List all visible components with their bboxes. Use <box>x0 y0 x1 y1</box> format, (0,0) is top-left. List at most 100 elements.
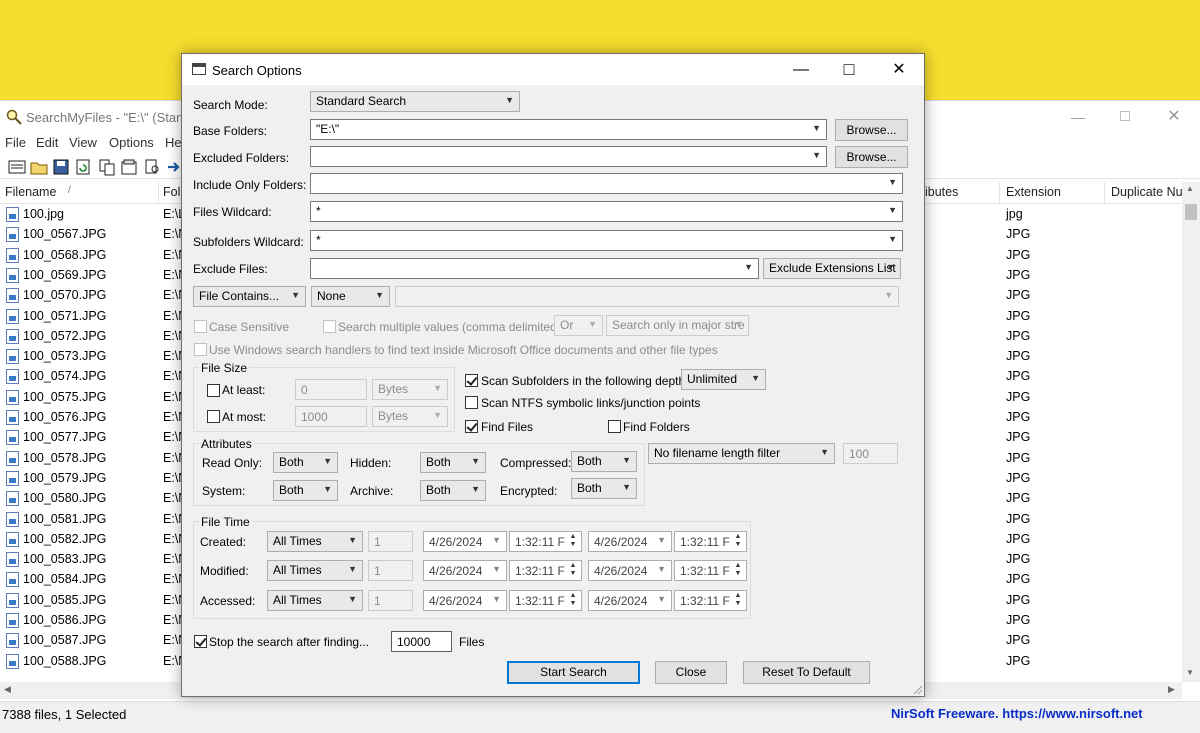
at-least-unit-dropdown[interactable]: Bytes ▼ <box>372 379 448 400</box>
menu-help[interactable]: He <box>165 135 182 150</box>
column-folder[interactable]: Fol <box>163 185 180 199</box>
created-to-date[interactable]: 4/26/2024 ▼ <box>588 531 672 552</box>
scroll-thumb[interactable] <box>1185 204 1197 220</box>
menu-view[interactable]: View <box>69 135 97 150</box>
accessed-num-input[interactable]: 1 <box>368 590 413 611</box>
copy-icon[interactable] <box>98 158 116 176</box>
windows-handlers-checkbox[interactable] <box>194 343 207 356</box>
stop-search-checkbox[interactable] <box>194 635 207 648</box>
minimize-icon[interactable]: — <box>1055 101 1101 133</box>
accessed-from-time[interactable]: 1:32:11 F ▲ ▼ <box>509 590 582 611</box>
scan-subfolders-checkbox[interactable] <box>465 374 478 387</box>
search-multiple-checkbox[interactable] <box>323 320 336 333</box>
modified-num-input[interactable]: 1 <box>368 560 413 581</box>
accessed-to-time[interactable]: 1:32:11 F ▲ ▼ <box>674 590 747 611</box>
compressed-dropdown[interactable]: Both ▼ <box>571 451 637 472</box>
accessed-to-date[interactable]: 4/26/2024 ▼ <box>588 590 672 611</box>
filename-length-dropdown[interactable]: No filename length filter ▼ <box>648 443 835 464</box>
find-folders-checkbox[interactable] <box>608 420 621 433</box>
save-icon[interactable] <box>52 158 70 176</box>
base-folders-combobox[interactable]: "E:\" ▼ <box>310 119 827 140</box>
scan-depth-dropdown[interactable]: Unlimited ▼ <box>681 369 766 390</box>
archive-dropdown[interactable]: Both ▼ <box>420 480 486 501</box>
at-least-checkbox[interactable] <box>207 384 220 397</box>
exclude-files-combobox[interactable]: ▼ <box>310 258 759 279</box>
menu-file[interactable]: File <box>5 135 26 150</box>
modified-from-date[interactable]: 4/26/2024 ▼ <box>423 560 507 581</box>
modified-to-time[interactable]: 1:32:11 F ▲ ▼ <box>674 560 747 581</box>
excluded-folders-combobox[interactable]: ▼ <box>310 146 827 167</box>
at-least-input[interactable]: 0 <box>295 379 367 400</box>
search-mode-dropdown[interactable]: Standard Search ▼ <box>310 91 520 112</box>
at-most-checkbox[interactable] <box>207 410 220 423</box>
subfolders-wildcard-combobox[interactable]: * ▼ <box>310 230 903 251</box>
nirsoft-link[interactable]: NirSoft Freeware. https://www.nirsoft.ne… <box>891 706 1143 721</box>
scroll-down-icon[interactable]: ▼ <box>1186 668 1194 677</box>
contains-text-combobox[interactable]: ▼ <box>395 286 899 307</box>
scroll-right-icon[interactable]: ▶ <box>1168 684 1175 695</box>
scroll-left-icon[interactable]: ◀ <box>4 684 11 695</box>
modified-from-time[interactable]: 1:32:11 F ▲ ▼ <box>509 560 582 581</box>
chevron-down-icon: ▼ <box>588 319 597 329</box>
search-major-streams-dropdown[interactable]: Search only in major stre ▼ <box>606 315 749 336</box>
menu-options[interactable]: Options <box>109 135 154 150</box>
encrypted-dropdown[interactable]: Both ▼ <box>571 478 637 499</box>
browse-excluded-button[interactable]: Browse... <box>835 146 908 168</box>
modified-mode-dropdown[interactable]: All Times ▼ <box>267 560 363 581</box>
options-icon[interactable] <box>8 158 26 176</box>
resize-grip-icon[interactable] <box>913 685 923 695</box>
case-sensitive-checkbox[interactable] <box>194 320 207 333</box>
refresh-icon[interactable] <box>74 158 92 176</box>
column-attributes[interactable]: ibutes <box>925 185 958 199</box>
spin-icon[interactable]: ▲ ▼ <box>731 562 745 579</box>
properties-icon[interactable] <box>120 158 138 176</box>
hidden-dropdown[interactable]: Both ▼ <box>420 452 486 473</box>
browse-base-button[interactable]: Browse... <box>835 119 908 141</box>
stop-search-input[interactable]: 10000 <box>391 631 452 652</box>
scan-ntfs-checkbox[interactable] <box>465 396 478 409</box>
filename-length-input[interactable]: 100 <box>843 443 898 464</box>
or-dropdown[interactable]: Or ▼ <box>554 315 603 336</box>
files-wildcard-combobox[interactable]: * ▼ <box>310 201 903 222</box>
dialog-titlebar[interactable]: Search Options — □ ✕ <box>182 54 924 85</box>
start-search-button[interactable]: Start Search <box>507 661 640 684</box>
accessed-mode-dropdown[interactable]: All Times ▼ <box>267 590 363 611</box>
at-most-unit-dropdown[interactable]: Bytes ▼ <box>372 406 448 427</box>
spin-icon[interactable]: ▲ ▼ <box>566 592 580 609</box>
read-only-dropdown[interactable]: Both ▼ <box>273 452 338 473</box>
dialog-minimize-icon[interactable]: — <box>778 54 824 85</box>
dialog-maximize-icon[interactable]: □ <box>826 54 872 85</box>
vertical-scrollbar[interactable]: ▲ ▼ <box>1182 182 1200 682</box>
close-button[interactable]: Close <box>655 661 727 684</box>
close-icon[interactable]: ✕ <box>1151 101 1197 133</box>
spin-icon[interactable]: ▲ ▼ <box>731 592 745 609</box>
file-contains-dropdown[interactable]: File Contains... ▼ <box>193 286 306 307</box>
contains-mode-dropdown[interactable]: None ▼ <box>311 286 390 307</box>
chevron-down-icon: ▼ <box>812 123 821 133</box>
include-only-combobox[interactable]: ▼ <box>310 173 903 194</box>
dialog-close-icon[interactable]: ✕ <box>876 54 922 85</box>
created-from-date[interactable]: 4/26/2024 ▼ <box>423 531 507 552</box>
column-filename[interactable]: Filename <box>5 185 56 199</box>
exclude-extensions-dropdown[interactable]: Exclude Extensions List ▼ <box>763 258 901 279</box>
find-files-checkbox[interactable] <box>465 420 478 433</box>
created-to-time[interactable]: 1:32:11 F ▲ ▼ <box>674 531 747 552</box>
spin-icon[interactable]: ▲ ▼ <box>731 533 745 550</box>
created-from-time[interactable]: 1:32:11 F ▲ ▼ <box>509 531 582 552</box>
column-duplicate[interactable]: Duplicate Nu <box>1111 185 1183 199</box>
spin-icon[interactable]: ▲ ▼ <box>566 533 580 550</box>
modified-to-date[interactable]: 4/26/2024 ▼ <box>588 560 672 581</box>
system-dropdown[interactable]: Both ▼ <box>273 480 338 501</box>
column-extension[interactable]: Extension <box>1006 185 1061 199</box>
maximize-icon[interactable]: □ <box>1102 101 1148 133</box>
created-num-input[interactable]: 1 <box>368 531 413 552</box>
open-folder-icon[interactable] <box>30 158 48 176</box>
find-icon[interactable] <box>144 158 162 176</box>
created-mode-dropdown[interactable]: All Times ▼ <box>267 531 363 552</box>
menu-edit[interactable]: Edit <box>36 135 58 150</box>
accessed-from-date[interactable]: 4/26/2024 ▼ <box>423 590 507 611</box>
scroll-up-icon[interactable]: ▲ <box>1186 184 1194 193</box>
at-most-input[interactable]: 1000 <box>295 406 367 427</box>
spin-icon[interactable]: ▲ ▼ <box>566 562 580 579</box>
reset-default-button[interactable]: Reset To Default <box>743 661 870 684</box>
